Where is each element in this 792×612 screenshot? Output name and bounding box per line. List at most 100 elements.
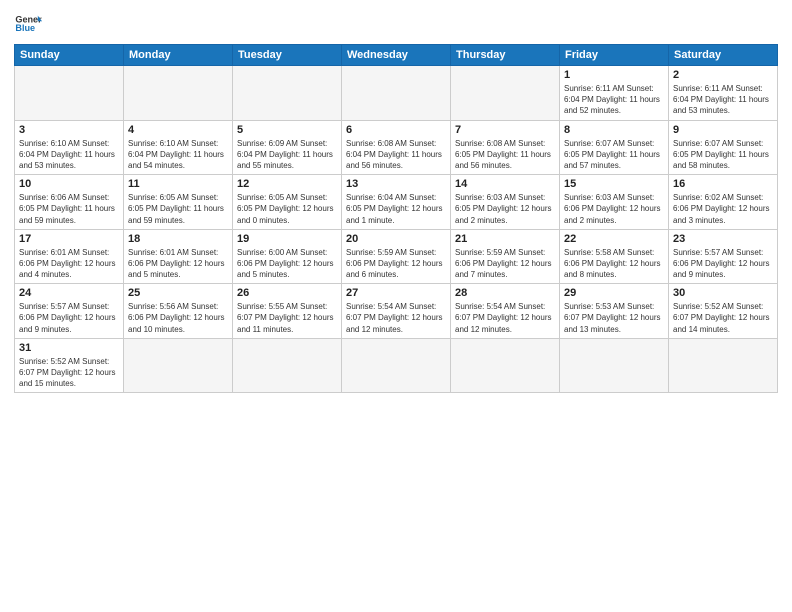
calendar-cell: 9Sunrise: 6:07 AM Sunset: 6:05 PM Daylig…: [669, 120, 778, 175]
day-info: Sunrise: 5:53 AM Sunset: 6:07 PM Dayligh…: [564, 301, 664, 335]
day-info: Sunrise: 6:01 AM Sunset: 6:06 PM Dayligh…: [19, 247, 119, 281]
day-info: Sunrise: 6:06 AM Sunset: 6:05 PM Dayligh…: [19, 192, 119, 226]
day-info: Sunrise: 6:10 AM Sunset: 6:04 PM Dayligh…: [19, 138, 119, 172]
day-info: Sunrise: 6:08 AM Sunset: 6:05 PM Dayligh…: [455, 138, 555, 172]
day-info: Sunrise: 6:11 AM Sunset: 6:04 PM Dayligh…: [564, 83, 664, 117]
day-number: 4: [128, 124, 228, 136]
calendar-cell: 6 Sunrise: 6:08 AM Sunset: 6:04 PM Daylig…: [342, 120, 451, 175]
weekday-header-monday: Monday: [124, 45, 233, 66]
calendar-week-6: 31 Sunrise: 5:52 AM Sunset: 6:07 PM Dayli…: [15, 338, 778, 393]
calendar-cell: 11 Sunrise: 6:05 AM Sunset: 6:05 PM Dayli…: [124, 175, 233, 230]
calendar-cell: 23Sunrise: 5:57 AM Sunset: 6:06 PM Dayli…: [669, 229, 778, 284]
calendar-cell: 24 Sunrise: 5:57 AM Sunset: 6:06 PM Dayli…: [15, 284, 124, 339]
calendar-cell: 7 Sunrise: 6:08 AM Sunset: 6:05 PM Daylig…: [451, 120, 560, 175]
day-number: 13: [346, 178, 446, 190]
page: General Blue SundayMondayTuesdayWednesda…: [0, 0, 792, 612]
calendar-cell: 10 Sunrise: 6:06 AM Sunset: 6:05 PM Dayli…: [15, 175, 124, 230]
calendar-week-2: 3 Sunrise: 6:10 AM Sunset: 6:04 PM Daylig…: [15, 120, 778, 175]
calendar-cell: 16 Sunrise: 6:02 AM Sunset: 6:06 PM Dayli…: [669, 175, 778, 230]
day-info: Sunrise: 6:01 AM Sunset: 6:06 PM Dayligh…: [128, 247, 228, 281]
day-number: 20: [346, 233, 446, 245]
day-number: 29: [564, 287, 664, 299]
day-info: Sunrise: 5:57 AM Sunset: 6:06 PM Dayligh…: [19, 301, 119, 335]
day-info: Sunrise: 6:00 AM Sunset: 6:06 PM Dayligh…: [237, 247, 337, 281]
day-number: 24: [19, 287, 119, 299]
calendar-cell: 5Sunrise: 6:09 AM Sunset: 6:04 PM Daylig…: [233, 120, 342, 175]
day-info: Sunrise: 6:08 AM Sunset: 6:04 PM Dayligh…: [346, 138, 446, 172]
generalblue-logo-icon: General Blue: [14, 10, 42, 38]
day-info: Sunrise: 6:03 AM Sunset: 6:06 PM Dayligh…: [564, 192, 664, 226]
day-number: 15: [564, 178, 664, 190]
day-number: 8: [564, 124, 664, 136]
calendar-cell: 13 Sunrise: 6:04 AM Sunset: 6:05 PM Dayli…: [342, 175, 451, 230]
day-info: Sunrise: 6:10 AM Sunset: 6:04 PM Dayligh…: [128, 138, 228, 172]
calendar-cell: 21 Sunrise: 5:59 AM Sunset: 6:06 PM Dayli…: [451, 229, 560, 284]
day-info: Sunrise: 5:56 AM Sunset: 6:06 PM Dayligh…: [128, 301, 228, 335]
calendar-cell: [342, 66, 451, 121]
calendar-week-3: 10 Sunrise: 6:06 AM Sunset: 6:05 PM Dayli…: [15, 175, 778, 230]
calendar-cell: 25Sunrise: 5:56 AM Sunset: 6:06 PM Dayli…: [124, 284, 233, 339]
day-number: 7: [455, 124, 555, 136]
day-info: Sunrise: 5:52 AM Sunset: 6:07 PM Dayligh…: [19, 356, 119, 390]
weekday-header-saturday: Saturday: [669, 45, 778, 66]
weekday-header-row: SundayMondayTuesdayWednesdayThursdayFrid…: [15, 45, 778, 66]
day-number: 27: [346, 287, 446, 299]
calendar-cell: 30 Sunrise: 5:52 AM Sunset: 6:07 PM Dayli…: [669, 284, 778, 339]
day-info: Sunrise: 6:07 AM Sunset: 6:05 PM Dayligh…: [564, 138, 664, 172]
calendar-cell: 1 Sunrise: 6:11 AM Sunset: 6:04 PM Daylig…: [560, 66, 669, 121]
day-number: 22: [564, 233, 664, 245]
weekday-header-tuesday: Tuesday: [233, 45, 342, 66]
day-number: 10: [19, 178, 119, 190]
day-info: Sunrise: 5:54 AM Sunset: 6:07 PM Dayligh…: [455, 301, 555, 335]
day-info: Sunrise: 5:54 AM Sunset: 6:07 PM Dayligh…: [346, 301, 446, 335]
calendar-cell: 26 Sunrise: 5:55 AM Sunset: 6:07 PM Dayli…: [233, 284, 342, 339]
day-number: 19: [237, 233, 337, 245]
logo: General Blue: [14, 10, 42, 38]
day-info: Sunrise: 6:02 AM Sunset: 6:06 PM Dayligh…: [673, 192, 773, 226]
calendar-cell: [124, 66, 233, 121]
calendar-cell: 29 Sunrise: 5:53 AM Sunset: 6:07 PM Dayli…: [560, 284, 669, 339]
day-number: 6: [346, 124, 446, 136]
calendar-table: SundayMondayTuesdayWednesdayThursdayFrid…: [14, 44, 778, 393]
day-info: Sunrise: 5:59 AM Sunset: 6:06 PM Dayligh…: [455, 247, 555, 281]
calendar-cell: 12Sunrise: 6:05 AM Sunset: 6:05 PM Dayli…: [233, 175, 342, 230]
calendar-cell: 20 Sunrise: 5:59 AM Sunset: 6:06 PM Dayli…: [342, 229, 451, 284]
day-info: Sunrise: 5:59 AM Sunset: 6:06 PM Dayligh…: [346, 247, 446, 281]
day-number: 18: [128, 233, 228, 245]
calendar-week-1: 1 Sunrise: 6:11 AM Sunset: 6:04 PM Daylig…: [15, 66, 778, 121]
day-number: 23: [673, 233, 773, 245]
day-number: 5: [237, 124, 337, 136]
calendar-cell: 18 Sunrise: 6:01 AM Sunset: 6:06 PM Dayli…: [124, 229, 233, 284]
calendar-cell: 27 Sunrise: 5:54 AM Sunset: 6:07 PM Dayli…: [342, 284, 451, 339]
weekday-header-thursday: Thursday: [451, 45, 560, 66]
day-number: 26: [237, 287, 337, 299]
day-number: 30: [673, 287, 773, 299]
calendar-cell: [233, 66, 342, 121]
calendar-cell: [342, 338, 451, 393]
calendar-cell: 4 Sunrise: 6:10 AM Sunset: 6:04 PM Daylig…: [124, 120, 233, 175]
day-number: 14: [455, 178, 555, 190]
day-info: Sunrise: 6:11 AM Sunset: 6:04 PM Dayligh…: [673, 83, 773, 117]
calendar-cell: 28Sunrise: 5:54 AM Sunset: 6:07 PM Dayli…: [451, 284, 560, 339]
calendar-cell: [233, 338, 342, 393]
day-number: 1: [564, 69, 664, 81]
weekday-header-friday: Friday: [560, 45, 669, 66]
day-number: 12: [237, 178, 337, 190]
calendar-week-5: 24 Sunrise: 5:57 AM Sunset: 6:06 PM Dayli…: [15, 284, 778, 339]
day-number: 3: [19, 124, 119, 136]
day-info: Sunrise: 5:55 AM Sunset: 6:07 PM Dayligh…: [237, 301, 337, 335]
calendar-cell: [669, 338, 778, 393]
day-info: Sunrise: 6:03 AM Sunset: 6:05 PM Dayligh…: [455, 192, 555, 226]
day-number: 11: [128, 178, 228, 190]
day-number: 16: [673, 178, 773, 190]
day-number: 31: [19, 342, 119, 354]
calendar-cell: [124, 338, 233, 393]
day-number: 2: [673, 69, 773, 81]
calendar-cell: 14 Sunrise: 6:03 AM Sunset: 6:05 PM Dayli…: [451, 175, 560, 230]
day-number: 21: [455, 233, 555, 245]
svg-text:Blue: Blue: [15, 23, 35, 33]
calendar-cell: [560, 338, 669, 393]
day-info: Sunrise: 5:52 AM Sunset: 6:07 PM Dayligh…: [673, 301, 773, 335]
day-info: Sunrise: 6:04 AM Sunset: 6:05 PM Dayligh…: [346, 192, 446, 226]
day-info: Sunrise: 6:05 AM Sunset: 6:05 PM Dayligh…: [128, 192, 228, 226]
